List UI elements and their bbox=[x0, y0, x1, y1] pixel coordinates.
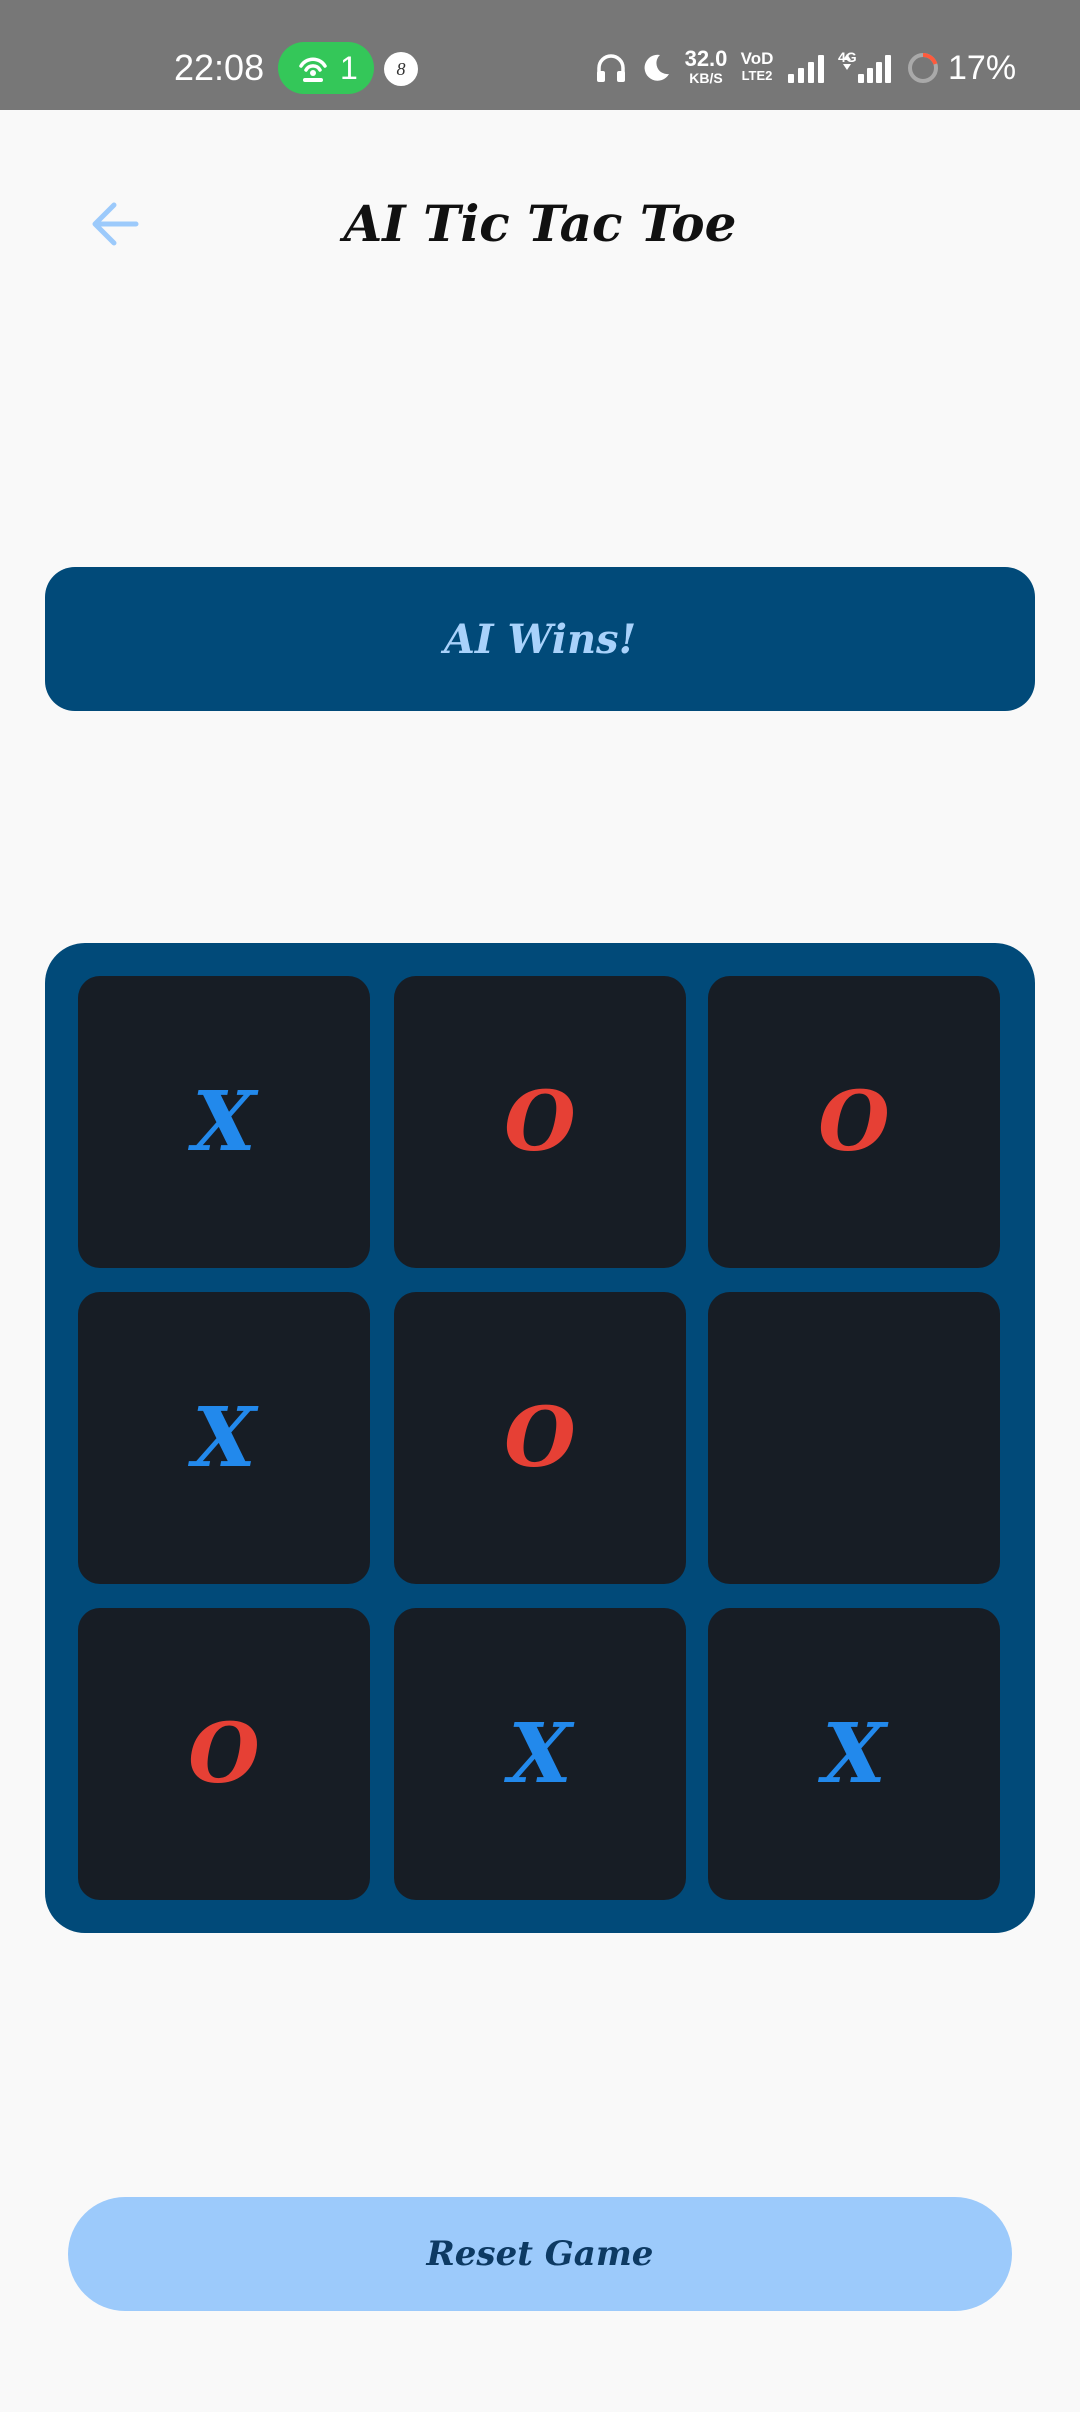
notification-badge: 8 bbox=[384, 52, 418, 86]
board-cell[interactable]: X bbox=[394, 1608, 686, 1900]
board-cell[interactable] bbox=[708, 1292, 1000, 1584]
cell-mark: O bbox=[188, 1706, 260, 1802]
network-speed: 32.0 KB/S bbox=[680, 46, 732, 87]
cell-mark: X bbox=[508, 1706, 572, 1802]
status-time: 22:08 bbox=[174, 47, 265, 88]
cell-mark: O bbox=[818, 1074, 890, 1170]
board-cell[interactable]: X bbox=[78, 1292, 370, 1584]
battery-percent: 17% bbox=[948, 49, 1017, 87]
hotspot-pill[interactable]: 1 bbox=[278, 42, 374, 94]
cell-mark: X bbox=[822, 1706, 886, 1802]
cell-mark: O bbox=[504, 1074, 576, 1170]
volte-line1: VoD bbox=[740, 49, 774, 68]
board-cell[interactable]: O bbox=[708, 976, 1000, 1268]
cell-mark: O bbox=[504, 1390, 576, 1486]
board-cell[interactable]: X bbox=[78, 976, 370, 1268]
signal-icon bbox=[788, 55, 824, 83]
reset-game-button[interactable]: Reset Game bbox=[68, 2197, 1012, 2311]
board-cell[interactable]: X bbox=[708, 1608, 1000, 1900]
back-button[interactable] bbox=[76, 186, 152, 262]
board-cell[interactable]: O bbox=[78, 1608, 370, 1900]
board-cell[interactable]: O bbox=[394, 1292, 686, 1584]
cell-mark: X bbox=[192, 1390, 256, 1486]
battery-ring-icon bbox=[908, 52, 938, 83]
cell-mark: X bbox=[192, 1074, 256, 1170]
game-status-text: AI Wins! bbox=[443, 615, 637, 663]
network-speed-value: 32.0 bbox=[684, 46, 728, 71]
network-speed-unit: KB/S bbox=[689, 70, 723, 86]
moon-icon bbox=[644, 54, 669, 81]
game-status-banner: AI Wins! bbox=[45, 567, 1035, 711]
game-board: X O O X O O X X bbox=[45, 943, 1035, 1933]
volte-indicator: VoD LTE2 bbox=[740, 49, 774, 84]
page-title: AI Tic Tac Toe bbox=[343, 194, 737, 253]
hotspot-count: 1 bbox=[340, 50, 358, 86]
signal-icon bbox=[843, 54, 891, 83]
board-cell[interactable]: O bbox=[394, 976, 686, 1268]
headphones-icon bbox=[597, 54, 625, 82]
hotspot-icon bbox=[299, 57, 327, 82]
status-bar: 22:08 1 8 32.0 KB/S VoD LTE2 4G bbox=[0, 0, 1080, 110]
volte-line2: LTE2 bbox=[741, 68, 773, 83]
arrow-left-icon bbox=[92, 202, 139, 246]
